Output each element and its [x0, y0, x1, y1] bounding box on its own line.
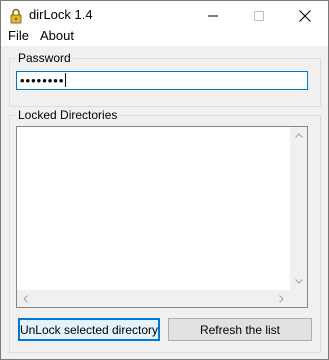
- chevron-right-icon: [279, 294, 284, 303]
- text-caret: [65, 73, 67, 87]
- chevron-down-icon: [294, 279, 303, 284]
- scrollbar-corner: [290, 290, 307, 307]
- unlock-selected-directory-button[interactable]: UnLock selected directory: [18, 318, 160, 341]
- password-group: Password ••••••••: [9, 51, 321, 107]
- app-window: dirLock 1.4 File About Password ••••••••: [0, 0, 329, 360]
- locked-directories-list[interactable]: [16, 126, 308, 308]
- padlock-icon: [10, 8, 22, 24]
- locked-directories-label: Locked Directories: [16, 108, 120, 122]
- scroll-left-arrow[interactable]: [17, 290, 34, 307]
- chevron-up-icon: [294, 133, 303, 138]
- scroll-right-arrow[interactable]: [273, 290, 290, 307]
- password-group-label: Password: [16, 51, 73, 65]
- refresh-list-button[interactable]: Refresh the list: [168, 318, 312, 341]
- menu-about[interactable]: About: [39, 28, 75, 44]
- window-title: dirLock 1.4: [29, 7, 93, 22]
- horizontal-scrollbar[interactable]: [17, 290, 290, 307]
- locked-directories-group: Locked Directories UnLock selected direc…: [9, 108, 321, 353]
- password-input[interactable]: ••••••••: [16, 71, 308, 90]
- vertical-scrollbar[interactable]: [290, 127, 307, 290]
- scroll-down-arrow[interactable]: [290, 273, 307, 290]
- password-value: ••••••••: [20, 73, 65, 88]
- chevron-left-icon: [23, 294, 28, 303]
- minimize-icon: [208, 15, 218, 17]
- close-icon: [299, 10, 311, 22]
- maximize-icon: [254, 11, 264, 21]
- menu-file[interactable]: File: [7, 28, 30, 44]
- menu-bar: File About: [1, 26, 328, 46]
- scroll-up-arrow[interactable]: [290, 127, 307, 144]
